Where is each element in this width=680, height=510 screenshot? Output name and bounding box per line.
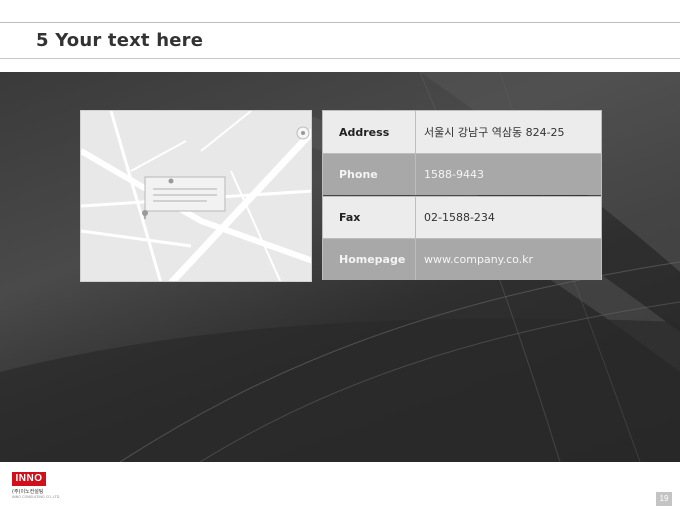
top-divider (0, 22, 680, 23)
phone-label: Phone (339, 168, 378, 181)
contact-info-table: Address 서울시 강남구 역삼동 824-25 Phone 1588-94… (322, 110, 602, 280)
address-value: 서울시 강남구 역삼동 824-25 (415, 111, 601, 153)
compass-icon[interactable] (296, 126, 310, 140)
fax-value: 02-1588-234 (415, 197, 601, 238)
homepage-label: Homepage (339, 253, 406, 266)
logo-tagline: INNO CONSULTING CO.,LTD (12, 495, 60, 499)
logo-mark: INNO (12, 472, 46, 486)
page-title: 5 Your text here (36, 30, 204, 51)
contact-row-phone: Phone 1588-9443 (323, 153, 601, 195)
fax-label: Fax (339, 211, 361, 224)
phone-value: 1588-9443 (415, 154, 601, 195)
title-divider (0, 58, 680, 59)
company-logo: INNO (주)이노컨설팅 INNO CONSULTING CO.,LTD (12, 472, 59, 502)
location-map[interactable] (80, 110, 312, 282)
page-number: 19 (656, 492, 672, 506)
contact-row-fax: Fax 02-1588-234 (323, 196, 601, 238)
logo-company-name: (주)이노컨설팅 (12, 489, 44, 495)
contact-row-homepage: Homepage www.company.co.kr (323, 238, 601, 280)
contact-row-address: Address 서울시 강남구 역삼동 824-25 (323, 111, 601, 153)
address-label: Address (339, 125, 390, 139)
homepage-value[interactable]: www.company.co.kr (415, 239, 601, 280)
